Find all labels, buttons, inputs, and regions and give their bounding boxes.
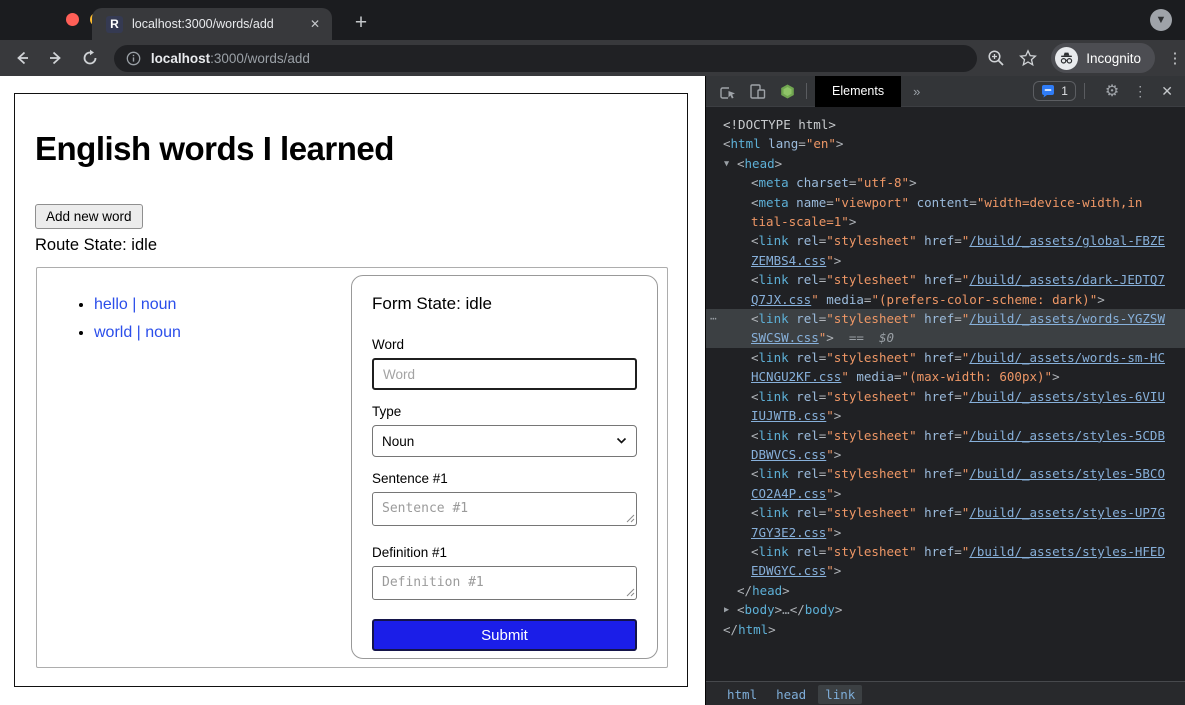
dom-tree-line[interactable]: ▼<head> [706, 154, 1185, 173]
dom-tree-line[interactable]: EDWGYC.css"> [706, 561, 1185, 580]
definition-label: Definition #1 [372, 545, 637, 560]
info-icon[interactable] [126, 51, 141, 66]
dom-tree-line[interactable]: <link rel="stylesheet" href="/build/_ass… [706, 426, 1185, 445]
dom-tree-line[interactable]: </head> [706, 581, 1185, 600]
type-label: Type [372, 404, 637, 419]
form-state-text: Form State: idle [372, 294, 637, 314]
word-input[interactable] [372, 358, 637, 390]
definition-textarea[interactable] [372, 566, 637, 600]
word-link[interactable]: world | noun [94, 324, 181, 341]
app-container: English words I learned Add new word Rou… [14, 93, 688, 687]
devtools-breadcrumb: html head link [706, 681, 1185, 705]
url-bar[interactable]: localhost:3000/words/add [114, 45, 978, 72]
dom-tree-line[interactable]: Q7JX.css" media="(prefers-color-scheme: … [706, 290, 1185, 309]
type-select[interactable]: Noun [372, 425, 637, 457]
page-title: English words I learned [35, 130, 687, 168]
inspect-element-icon[interactable] [716, 80, 738, 102]
remix-favicon-icon: R [106, 16, 123, 33]
toolbar-divider [806, 83, 807, 99]
devtools-menu-icon[interactable]: ⋮ [1133, 83, 1147, 100]
dom-tree-line[interactable]: <link rel="stylesheet" href="/build/_ass… [706, 542, 1185, 561]
dom-tree-line[interactable]: <link rel="stylesheet" href="/build/_ass… [706, 270, 1185, 289]
chevron-down-icon[interactable]: ▼ [1150, 9, 1172, 31]
breadcrumb-item-head[interactable]: head [769, 685, 813, 704]
reload-button[interactable] [78, 46, 102, 70]
words-panel: hello | noun world | noun Form State: idl… [36, 267, 668, 668]
bookmark-star-icon[interactable] [1015, 45, 1041, 71]
dom-tree-line[interactable]: ⋯<link rel="stylesheet" href="/build/_as… [706, 309, 1185, 328]
sentence-textarea[interactable] [372, 492, 637, 526]
issues-icon [1041, 85, 1055, 98]
tab-close-icon[interactable]: ✕ [310, 17, 320, 31]
dom-tree-line[interactable]: ZEMBS4.css"> [706, 251, 1185, 270]
word-label: Word [372, 337, 637, 352]
add-new-word-button[interactable]: Add new word [35, 204, 143, 229]
new-tab-button[interactable]: + [346, 8, 376, 38]
more-tabs-icon[interactable]: » [913, 84, 921, 99]
devtools-toolbar: Elements » 1 ⚙ ⋮ ✕ [706, 76, 1185, 107]
breadcrumb-item-link[interactable]: link [818, 685, 862, 704]
device-toolbar-icon[interactable] [746, 80, 768, 102]
browser-menu-icon[interactable]: ⋮ [1165, 49, 1185, 67]
devtools-panel: Elements » 1 ⚙ ⋮ ✕ <!DOCTYPE html><html … [705, 76, 1185, 705]
dom-tree-line[interactable]: IUJWTB.css"> [706, 406, 1185, 425]
tab-title: localhost:3000/words/add [132, 17, 302, 31]
incognito-badge[interactable]: Incognito [1051, 43, 1155, 73]
zoom-icon[interactable] [983, 45, 1009, 71]
dom-tree-line[interactable]: <html lang="en"> [706, 134, 1185, 153]
web-page: English words I learned Add new word Rou… [0, 76, 705, 705]
dom-tree: <!DOCTYPE html><html lang="en">▼<head><m… [706, 107, 1185, 681]
browser-tab[interactable]: R localhost:3000/words/add ✕ [92, 8, 332, 40]
dom-tree-line[interactable]: DBWVCS.css"> [706, 445, 1185, 464]
url-text: localhost:3000/words/add [151, 51, 310, 66]
breadcrumb-item-html[interactable]: html [720, 685, 764, 704]
dom-tree-line[interactable]: <meta name="viewport" content="width=dev… [706, 193, 1185, 212]
expand-arrow-open-icon[interactable]: ▼ [724, 155, 729, 174]
dom-tree-line[interactable]: HCNGU2KF.css" media="(max-width: 600px)"… [706, 367, 1185, 386]
dom-tree-line[interactable]: ▶<body>…</body> [706, 600, 1185, 619]
dom-tree-line[interactable]: 7GY3E2.css"> [706, 523, 1185, 542]
route-state-text: Route State: idle [35, 236, 687, 255]
tab-elements[interactable]: Elements [815, 76, 901, 107]
incognito-icon [1055, 47, 1078, 70]
dom-tree-line[interactable]: CO2A4P.css"> [706, 484, 1185, 503]
url-path: :3000/words/add [210, 51, 310, 66]
sentence-label: Sentence #1 [372, 471, 637, 486]
dom-tree-line[interactable]: <link rel="stylesheet" href="/build/_ass… [706, 231, 1185, 250]
dom-tree-line[interactable]: <meta charset="utf-8"> [706, 173, 1185, 192]
submit-button[interactable]: Submit [372, 619, 637, 651]
dom-tree-line[interactable]: <link rel="stylesheet" href="/build/_ass… [706, 464, 1185, 483]
dom-tree-line[interactable]: SWCSW.css"> == $0 [706, 328, 1185, 347]
dom-tree-line[interactable]: <link rel="stylesheet" href="/build/_ass… [706, 387, 1185, 406]
word-link[interactable]: hello | noun [94, 296, 176, 313]
issues-counter[interactable]: 1 [1033, 81, 1076, 101]
issues-count: 1 [1061, 84, 1068, 98]
dom-tree-line[interactable]: <link rel="stylesheet" href="/build/_ass… [706, 348, 1185, 367]
incognito-label: Incognito [1086, 51, 1141, 66]
dom-tree-line[interactable]: tial-scale=1"> [706, 212, 1185, 231]
dom-tree-line[interactable]: <!DOCTYPE html> [706, 115, 1185, 134]
url-host: localhost [151, 51, 210, 66]
tab-strip: R localhost:3000/words/add ✕ + ▼ [0, 0, 1185, 40]
close-window-button[interactable] [66, 13, 79, 26]
add-word-form: Form State: idle Word Type Noun Sentence… [351, 275, 658, 659]
forward-button[interactable] [44, 46, 68, 70]
browser-toolbar: localhost:3000/words/add Incognito ⋮ [0, 40, 1185, 76]
dom-tree-line[interactable]: <link rel="stylesheet" href="/build/_ass… [706, 503, 1185, 522]
back-button[interactable] [10, 46, 34, 70]
dom-tree-line[interactable]: </html> [706, 620, 1185, 639]
toolbar-divider [1084, 83, 1085, 99]
extension-hexagon-icon[interactable] [776, 80, 798, 102]
expand-arrow-closed-icon[interactable]: ▶ [724, 601, 729, 620]
settings-gear-icon[interactable]: ⚙ [1105, 81, 1119, 101]
devtools-close-icon[interactable]: ✕ [1161, 83, 1173, 100]
